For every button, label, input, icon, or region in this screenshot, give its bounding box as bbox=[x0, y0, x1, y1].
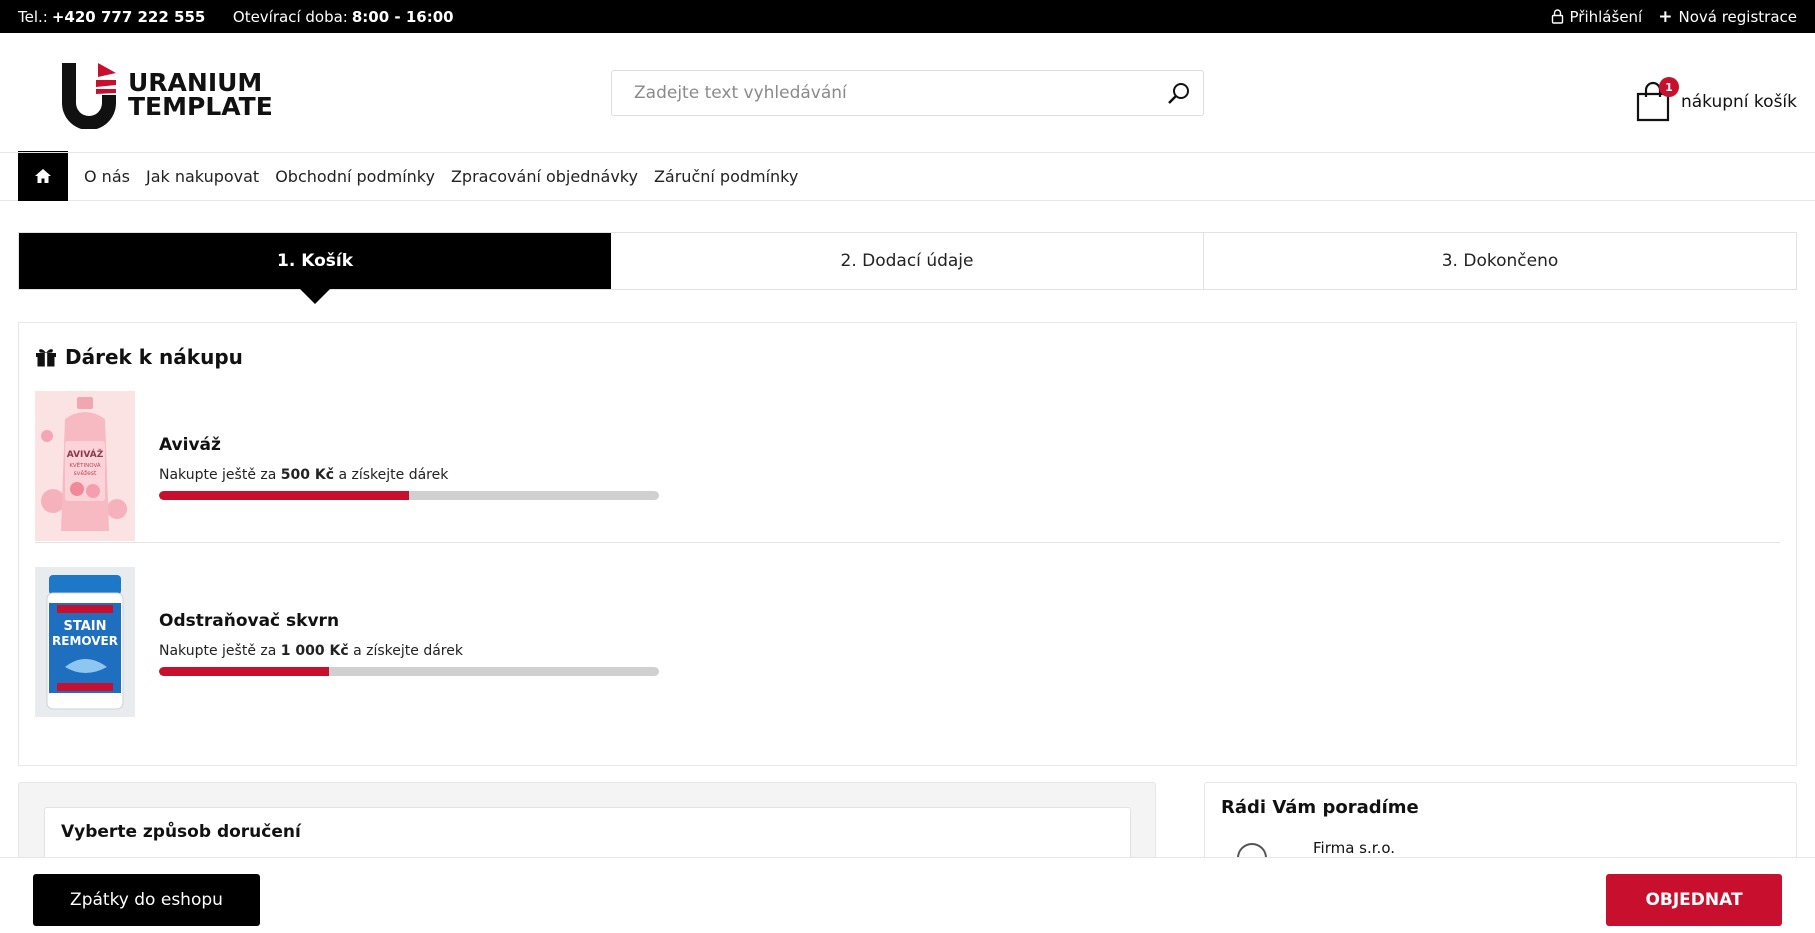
gift-product-name[interactable]: Aviváž bbox=[159, 435, 221, 455]
top-bar: Tel.: +420 777 222 555 Otevírací doba: 8:0… bbox=[0, 0, 1815, 33]
gift-requirement-text: Nakupte ještě za 500 Kč a získejte dárek bbox=[159, 467, 449, 483]
gift-requirement-text: Nakupte ještě za 1 000 Kč a získejte dár… bbox=[159, 643, 463, 659]
login-link[interactable]: Přihlášení bbox=[1551, 7, 1643, 26]
gift-progress-fill bbox=[159, 667, 329, 676]
logo-text: URANIUM TEMPLATE bbox=[128, 70, 273, 121]
checkout-steps: 1. Košík 2. Dodací údaje 3. Dokončeno bbox=[18, 232, 1797, 290]
gift-product-image[interactable]: AVIVÁŽ KVĚTINOVÁ svěžest bbox=[35, 391, 135, 541]
search-icon[interactable] bbox=[1167, 81, 1191, 105]
home-button[interactable] bbox=[18, 150, 68, 201]
svg-text:REMOVER: REMOVER bbox=[52, 634, 118, 648]
order-button[interactable]: OBJEDNAT bbox=[1606, 874, 1782, 926]
gift-progress-bar bbox=[159, 667, 659, 676]
step-delivery-details[interactable]: 2. Dodací údaje bbox=[611, 233, 1204, 289]
gift-progress-fill bbox=[159, 491, 409, 500]
header: URANIUM TEMPLATE 1 nákupní košík bbox=[0, 33, 1815, 153]
help-title: Rádi Vám poradíme bbox=[1221, 797, 1419, 818]
delivery-title: Vyberte způsob doručení bbox=[61, 822, 301, 842]
cart[interactable]: 1 nákupní košík bbox=[1635, 77, 1797, 123]
gift-title-text: Dárek k nákupu bbox=[65, 345, 243, 369]
nav-item-zpracovani-objednavky[interactable]: Zpracování objednávky bbox=[451, 167, 638, 186]
hours-label: Otevírací doba: bbox=[232, 7, 348, 26]
gift-item: STAIN REMOVER Odstraňovač skvrn Nakupte … bbox=[35, 567, 1780, 719]
home-icon bbox=[35, 168, 51, 183]
gift-product-name[interactable]: Odstraňovač skvrn bbox=[159, 611, 339, 631]
phone-number[interactable]: +420 777 222 555 bbox=[52, 8, 205, 26]
step-cart[interactable]: 1. Košík bbox=[19, 233, 611, 289]
gift-icon bbox=[36, 349, 56, 367]
nav-item-zarucni-podminky[interactable]: Záruční podmínky bbox=[654, 167, 798, 186]
logo-mark-icon bbox=[62, 63, 116, 129]
svg-text:KVĚTINOVÁ: KVĚTINOVÁ bbox=[69, 461, 101, 469]
search-input[interactable] bbox=[634, 83, 1167, 103]
nav-item-obchodni-podminky[interactable]: Obchodní podmínky bbox=[275, 167, 435, 186]
gift-item: AVIVÁŽ KVĚTINOVÁ svěžest Aviváž Nakupte … bbox=[35, 391, 1780, 543]
cart-label: nákupní košík bbox=[1680, 92, 1797, 112]
checkout-footer-bar: Zpátky do eshopu OBJEDNAT bbox=[0, 857, 1815, 933]
main-nav: O nás Jak nakupovat Obchodní podmínky Zp… bbox=[0, 150, 1815, 201]
logo-line-2: TEMPLATE bbox=[128, 92, 273, 121]
contact-info: Tel.: +420 777 222 555 Otevírací doba: 8:0… bbox=[18, 8, 454, 26]
gift-panel: Dárek k nákupu AVIVÁŽ KVĚTINOVÁ svěžest … bbox=[18, 322, 1797, 766]
search-box bbox=[611, 70, 1204, 116]
company-name: Firma s.r.o. bbox=[1313, 839, 1396, 857]
phone-label: Tel.: bbox=[18, 7, 48, 26]
plus-icon: + bbox=[1658, 6, 1673, 27]
gift-title: Dárek k nákupu bbox=[35, 345, 243, 369]
nav-item-jak-nakupovat[interactable]: Jak nakupovat bbox=[146, 167, 259, 186]
back-to-shop-button[interactable]: Zpátky do eshopu bbox=[33, 874, 260, 926]
logo[interactable]: URANIUM TEMPLATE bbox=[60, 61, 273, 129]
step-finished[interactable]: 3. Dokončeno bbox=[1204, 233, 1796, 289]
register-link[interactable]: + Nová registrace bbox=[1658, 7, 1797, 27]
svg-text:svěžest: svěžest bbox=[74, 470, 97, 477]
svg-text:AVIVÁŽ: AVIVÁŽ bbox=[67, 448, 104, 460]
register-label: Nová registrace bbox=[1678, 7, 1797, 26]
lock-icon bbox=[1551, 9, 1563, 24]
cart-count-badge: 1 bbox=[1658, 77, 1679, 97]
opening-hours: 8:00 - 16:00 bbox=[351, 7, 454, 26]
nav-item-o-nas[interactable]: O nás bbox=[84, 167, 130, 186]
svg-text:STAIN: STAIN bbox=[64, 619, 107, 634]
login-label: Přihlášení bbox=[1569, 7, 1643, 26]
shopping-bag-icon: 1 bbox=[1635, 77, 1679, 123]
gift-progress-bar bbox=[159, 491, 659, 500]
gift-product-image[interactable]: STAIN REMOVER bbox=[35, 567, 135, 717]
